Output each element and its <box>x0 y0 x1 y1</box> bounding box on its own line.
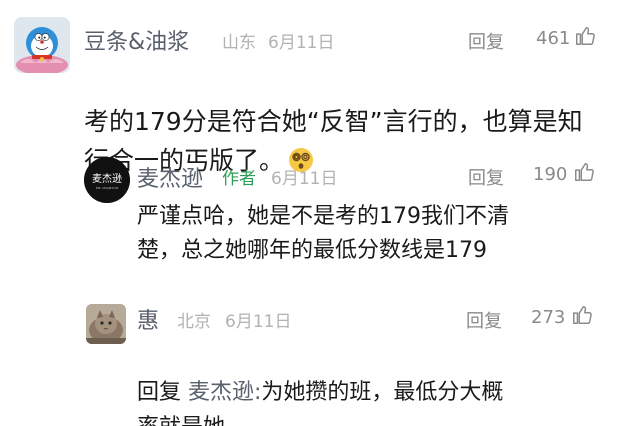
like-count: 461 <box>536 28 571 49</box>
reply-prefix: 回复 <box>137 380 188 406</box>
reply-button[interactable]: 回复 <box>468 164 504 190</box>
comment-location: 山东 <box>222 33 256 53</box>
like-count: 190 <box>533 164 568 185</box>
reply-item: 麦杰逊 MR. MAIJIEXUN 麦杰逊 作者 6月11日 回复 190 严谨… <box>0 140 626 290</box>
thumbs-up-icon[interactable] <box>573 161 595 183</box>
comment-item: 豆条&油浆 山东 6月11日 回复 461 考的179分是符合她“反智”言行的，… <box>0 0 626 175</box>
comment-date: 6月11日 <box>268 33 335 53</box>
cat-photo-avatar <box>86 304 126 344</box>
comment-username[interactable]: 豆条&油浆 <box>84 24 189 56</box>
thumbs-up-icon[interactable] <box>571 304 593 326</box>
comment-text: 严谨点哈，她是不是考的179我们不清 楚，总之她哪年的最低分数线是179 <box>137 204 509 264</box>
comment-date: 6月11日 <box>225 312 292 332</box>
svg-text:麦杰逊: 麦杰逊 <box>92 173 122 185</box>
reply-button[interactable]: 回复 <box>468 28 504 54</box>
author-logo-avatar: 麦杰逊 MR. MAIJIEXUN <box>84 157 130 203</box>
avatar[interactable] <box>14 17 70 73</box>
comment-username[interactable]: 惠 <box>137 303 159 335</box>
avatar[interactable] <box>86 304 126 344</box>
comment-text: 回复 麦杰逊:为她攒的班，最低分大概 率就是她 <box>137 342 597 426</box>
comment-date: 6月11日 <box>271 169 338 189</box>
thumbs-up-icon[interactable] <box>574 25 596 47</box>
like-count: 273 <box>531 307 566 328</box>
svg-text:MR. MAIJIEXUN: MR. MAIJIEXUN <box>96 186 118 190</box>
reply-button[interactable]: 回复 <box>466 307 502 333</box>
author-badge: 作者 <box>222 169 256 189</box>
comment-thread: 豆条&油浆 山东 6月11日 回复 461 考的179分是符合她“反智”言行的，… <box>0 0 626 426</box>
doraemon-avatar-image <box>14 17 70 73</box>
reply-target-username[interactable]: 麦杰逊: <box>188 380 261 405</box>
comment-username[interactable]: 麦杰逊 <box>137 161 203 193</box>
comment-location: 北京 <box>177 312 211 332</box>
reply-item: 惠 北京 6月11日 回复 273 回复 麦杰逊:为她攒的班，最低分大概 率就是… <box>0 290 626 426</box>
avatar[interactable]: 麦杰逊 MR. MAIJIEXUN <box>84 157 130 203</box>
